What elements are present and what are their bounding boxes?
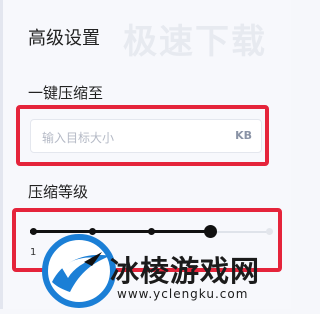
watermark-brand-url: www.yclengku.com: [117, 287, 249, 301]
watermark-text: 极速下载: [123, 22, 267, 62]
slider-thumb[interactable]: [204, 225, 217, 238]
size-unit-label: KB: [235, 129, 252, 142]
panel-title: 高级设置: [28, 28, 100, 49]
slider-min-label: 1: [30, 247, 37, 258]
one-click-compress-label: 一键压缩至: [28, 84, 104, 102]
watermark-brand-name: 冰棱游戏网: [110, 254, 261, 288]
panel-divider: [0, 0, 3, 309]
target-size-placeholder: 输入目标大小: [42, 131, 115, 145]
advanced-settings-panel: 极速下载 高级设置 一键压缩至 输入目标大小 KB 压缩等级 1 冰棱游戏网 w…: [0, 0, 291, 309]
compression-level-label: 压缩等级: [28, 183, 89, 201]
slider-step-dot[interactable]: [148, 228, 155, 235]
slider-step-dot[interactable]: [30, 228, 37, 235]
slider-step-dot[interactable]: [266, 228, 273, 235]
target-size-input[interactable]: 输入目标大小 KB: [30, 119, 262, 153]
ice-logo-icon: [40, 232, 118, 310]
